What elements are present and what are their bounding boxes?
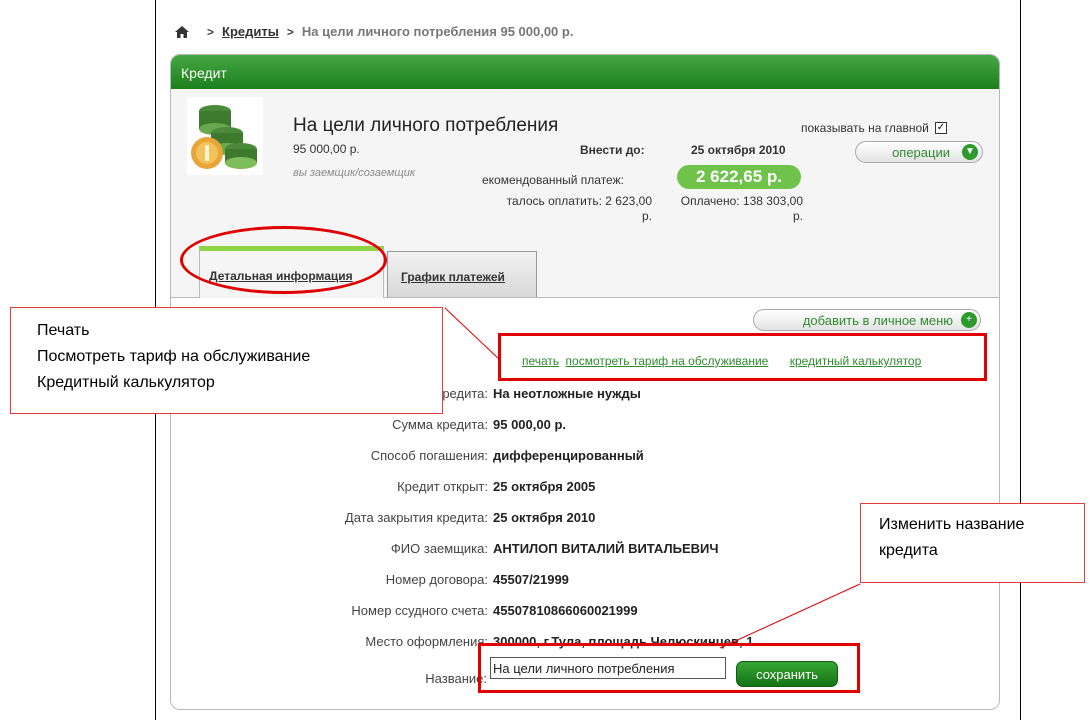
field-value: На неотложные нужды [493, 386, 641, 401]
show-on-main-label: показывать на главной [801, 121, 929, 135]
recommended-payment-amount: 2 622,65 р. [677, 165, 801, 189]
field-value: 25 октября 2005 [493, 479, 596, 494]
field-label: ФИО заемщика: [390, 541, 488, 556]
loan-amount: 95 000,00 р. [293, 142, 360, 156]
due-label: Внести до: [580, 143, 645, 157]
loan-role: вы заемщик/созаемщик [293, 167, 416, 179]
show-on-main-checkbox[interactable]: ✓ [934, 122, 947, 134]
callout-line: Посмотреть тариф на обслуживание [37, 348, 311, 365]
highlight-oval-details-tab [180, 226, 387, 294]
recommended-payment-label: екомендованный платеж: [482, 173, 624, 187]
add-to-personal-menu-label: добавить в личное меню [802, 312, 953, 328]
plus-icon: + [961, 312, 977, 328]
operations-button-label: операции [892, 144, 950, 160]
breadcrumb: > Кредиты > На цели личного потребления … [175, 24, 573, 39]
coins-icon [187, 97, 263, 175]
field-value: дифференцированный [493, 448, 644, 463]
field-label: Номер договора: [385, 572, 488, 587]
breadcrumb-link-credits[interactable]: Кредиты [222, 24, 279, 39]
field-value: 45507810866060021999 [493, 603, 638, 618]
remaining-to-pay: талось оплатить: 2 623,00 р. [482, 194, 652, 224]
callout-line: Изменить название [879, 516, 1025, 533]
field-value: АНТИЛОП ВИТАЛИЙ ВИТАЛЬЕВИЧ [493, 541, 719, 556]
highlight-box-links [498, 333, 987, 381]
paid-amount-line1: Оплачено: 138 303,00 [680, 194, 803, 208]
loan-title: На цели личного потребления [293, 115, 559, 136]
field-row: Сумма кредита: 95 000,00 р. [170, 417, 1000, 439]
callout-line: Печать [37, 322, 90, 339]
paid-amount: Оплачено: 138 303,00 р. [659, 194, 803, 224]
field-value: 45507/21999 [493, 572, 569, 587]
breadcrumb-separator: > [207, 24, 215, 39]
tab-payment-schedule[interactable]: График платежей [387, 251, 537, 297]
field-row: Способ погашения: дифференцированный [170, 448, 1000, 470]
due-date: 25 октября 2010 [691, 143, 786, 157]
field-label: Способ погашения: [370, 448, 488, 463]
breadcrumb-current: На цели личного потребления 95 000,00 р. [301, 24, 574, 39]
loan-name-label: Название: [425, 671, 487, 686]
field-label: Место оформления: [365, 634, 488, 649]
field-label: Кредит открыт: [397, 479, 488, 494]
remaining-to-pay-line1: талось оплатить: 2 623,00 [506, 194, 652, 208]
add-to-personal-menu-button[interactable]: добавить в личное меню + [753, 309, 981, 331]
operations-button[interactable]: операции ▼ [855, 141, 983, 163]
callout-rename-description: Изменить название кредита [860, 503, 1085, 583]
breadcrumb-separator: > [286, 24, 294, 39]
field-row: Кредит открыт: 25 октября 2005 [170, 479, 1000, 501]
chevron-down-icon: ▼ [962, 144, 978, 160]
field-row: Номер ссудного счета: 455078108660600219… [170, 603, 1000, 625]
panel-header: Кредит [171, 55, 999, 89]
field-value: 25 октября 2010 [493, 510, 596, 525]
callout-links-description: Печать Посмотреть тариф на обслуживание … [10, 307, 443, 414]
field-label: Сумма кредита: [392, 417, 488, 432]
field-label: Номер ссудного счета: [351, 603, 488, 618]
field-value: 95 000,00 р. [493, 417, 566, 432]
paid-amount-line2: р. [792, 209, 803, 223]
highlight-box-name [478, 643, 860, 693]
field-label: Дата закрытия кредита: [344, 510, 488, 525]
callout-line: Кредитный калькулятор [37, 374, 215, 391]
show-on-main-option: показывать на главной ✓ [801, 121, 947, 135]
home-icon[interactable] [175, 25, 189, 38]
callout-line: кредита [879, 542, 938, 559]
remaining-to-pay-line2: р. [641, 209, 652, 223]
